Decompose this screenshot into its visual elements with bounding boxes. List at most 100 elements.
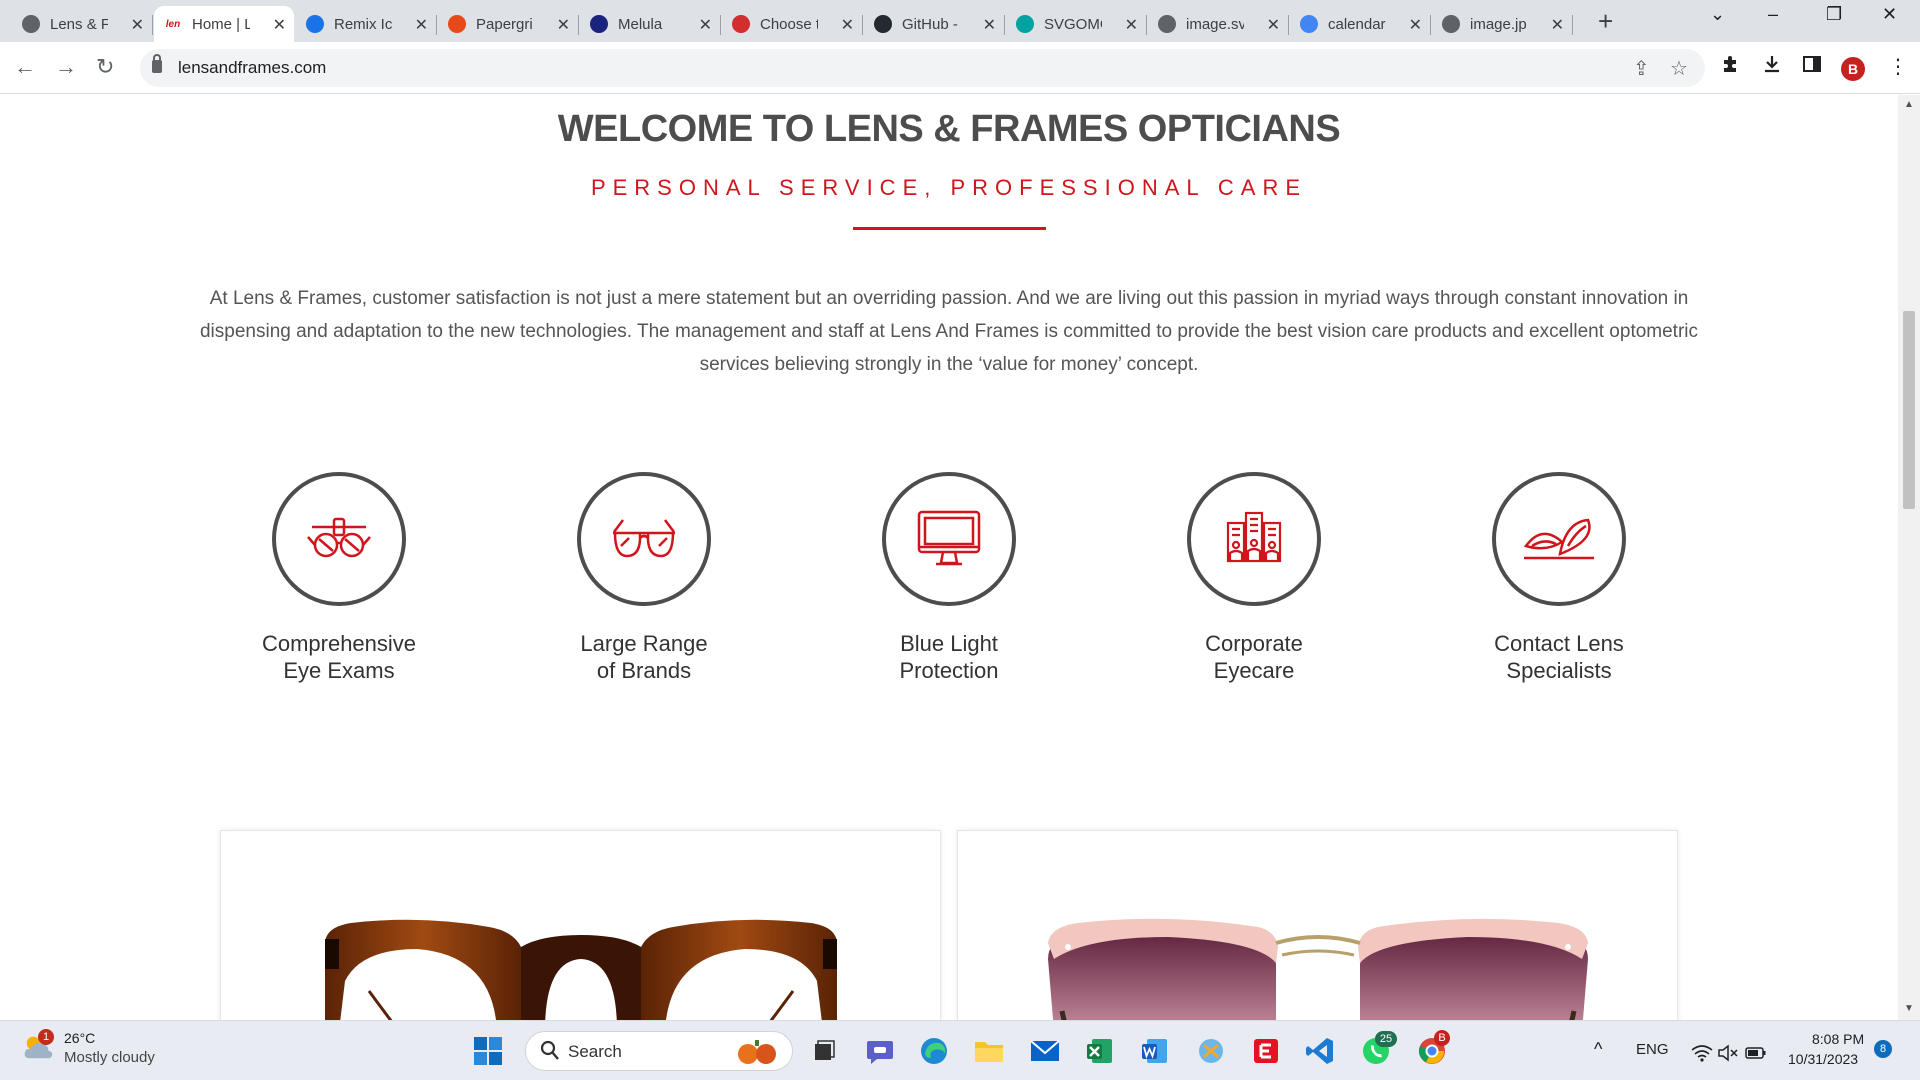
mail-icon[interactable] xyxy=(1029,1035,1061,1067)
browser-tab[interactable]: SVGOMG ✕ xyxy=(1006,6,1147,42)
extensions-puzzle-icon[interactable] xyxy=(1720,54,1740,80)
clock-time[interactable]: 8:08 PM xyxy=(1812,1031,1864,1047)
word-icon[interactable] xyxy=(1139,1035,1171,1067)
tab-close-icon[interactable]: ✕ xyxy=(131,15,144,35)
battery-icon[interactable] xyxy=(1740,1037,1772,1069)
red-e-app-icon[interactable] xyxy=(1250,1035,1282,1067)
address-url[interactable]: lensandframes.com xyxy=(178,58,326,78)
excel-icon[interactable] xyxy=(1084,1035,1116,1067)
tab-close-icon[interactable]: ✕ xyxy=(983,15,996,35)
tab-separator xyxy=(862,15,863,35)
tab-close-icon[interactable]: ✕ xyxy=(273,15,286,35)
windows-start-icon[interactable] xyxy=(472,1035,504,1067)
tab-strip: Lens & F ✕ len Home | L ✕ Remix Ic ✕ Papergri ✕ M… xyxy=(0,0,1920,42)
edge-browser-icon[interactable] xyxy=(918,1035,950,1067)
tab-close-icon[interactable]: ✕ xyxy=(841,15,854,35)
windows-taskbar: 1 26°C Mostly cloudy Search 25 B ^ ENG 8… xyxy=(0,1020,1920,1080)
heading-divider xyxy=(853,227,1046,230)
menu-kebab-icon[interactable]: ⋮ xyxy=(1888,54,1908,79)
feature-eye-exams[interactable]: Comprehensive Eye Exams xyxy=(229,472,449,684)
tab-separator xyxy=(1430,15,1431,35)
clock-date[interactable]: 10/31/2023 xyxy=(1788,1051,1858,1067)
search-icon xyxy=(540,1040,560,1067)
tab-close-icon[interactable]: ✕ xyxy=(1551,15,1564,35)
side-panel-icon[interactable] xyxy=(1802,54,1822,80)
download-icon[interactable] xyxy=(1762,54,1782,80)
tab-separator xyxy=(1146,15,1147,35)
tab-favicon-icon xyxy=(448,15,466,33)
browser-tab[interactable]: image.sv ✕ xyxy=(1148,6,1289,42)
eye-exam-icon xyxy=(307,517,371,558)
feature-icon-circle xyxy=(882,472,1016,606)
browser-tab[interactable]: GitHub - ✕ xyxy=(864,6,1005,42)
teams-chat-icon[interactable] xyxy=(864,1035,896,1067)
bookmark-star-icon[interactable]: ☆ xyxy=(1670,56,1688,81)
file-explorer-icon[interactable] xyxy=(973,1035,1005,1067)
browser-tab[interactable]: calendar ✕ xyxy=(1290,6,1431,42)
minimize-button[interactable]: – xyxy=(1768,4,1778,25)
share-icon[interactable]: ⇪ xyxy=(1633,56,1650,81)
feature-corporate[interactable]: Corporate Eyecare xyxy=(1144,472,1364,684)
tab-search-icon[interactable]: ⌄ xyxy=(1710,4,1725,25)
tab-close-icon[interactable]: ✕ xyxy=(1125,15,1138,35)
feature-contact-lens[interactable]: Contact Lens Specialists xyxy=(1449,472,1669,684)
tortoise-frame-glasses-image xyxy=(325,919,837,1020)
browser-tab[interactable]: Remix Ic ✕ xyxy=(296,6,437,42)
tab-favicon-icon xyxy=(732,15,750,33)
browser-tab[interactable]: image.jp ✕ xyxy=(1432,6,1573,42)
feature-label: Contact Lens Specialists xyxy=(1494,631,1624,683)
tab-title: image.jp xyxy=(1470,15,1527,33)
tray-chevron-up-icon[interactable]: ^ xyxy=(1594,1039,1602,1060)
remote-desktop-icon[interactable] xyxy=(1195,1035,1227,1067)
vscode-icon[interactable] xyxy=(1304,1035,1336,1067)
feature-label: Comprehensive Eye Exams xyxy=(261,631,417,683)
tab-close-icon[interactable]: ✕ xyxy=(1267,15,1280,35)
browser-tab[interactable]: Lens & F ✕ xyxy=(12,6,153,42)
tab-separator xyxy=(1288,15,1289,35)
pink-clubmaster-sunglasses-image xyxy=(1048,918,1588,1020)
new-tab-button[interactable]: + xyxy=(1598,6,1613,36)
tab-favicon-icon xyxy=(1300,15,1318,33)
tab-close-icon[interactable]: ✕ xyxy=(699,15,712,35)
scroll-up-arrow-icon[interactable]: ▲ xyxy=(1904,99,1914,110)
tab-close-icon[interactable]: ✕ xyxy=(557,15,570,35)
close-window-button[interactable]: ✕ xyxy=(1882,4,1897,25)
address-bar[interactable]: lensandframes.com ⇪ ☆ xyxy=(140,49,1705,87)
scrollbar-thumb[interactable] xyxy=(1903,311,1915,509)
tab-separator xyxy=(720,15,721,35)
feature-label: Corporate Eyecare xyxy=(1205,631,1303,683)
tab-close-icon[interactable]: ✕ xyxy=(415,15,428,35)
chrome-profile-badge: B xyxy=(1434,1030,1450,1046)
product-card-glasses[interactable] xyxy=(220,830,941,1020)
browser-tab[interactable]: Melula ✕ xyxy=(580,6,721,42)
feature-blue-light[interactable]: Blue Light Protection xyxy=(839,472,1059,684)
language-indicator[interactable]: ENG xyxy=(1636,1041,1669,1058)
tab-favicon-icon: len xyxy=(164,15,182,33)
taskbar-search-box[interactable]: Search xyxy=(525,1031,793,1071)
tab-close-icon[interactable]: ✕ xyxy=(1409,15,1422,35)
reload-icon[interactable]: ↻ xyxy=(96,54,114,80)
product-card-sunglasses[interactable] xyxy=(957,830,1678,1020)
halloween-pumpkin-icon xyxy=(728,1038,786,1071)
search-label: Search xyxy=(568,1042,622,1061)
back-arrow-icon[interactable]: ← xyxy=(14,54,36,80)
tab-title: Melula xyxy=(618,15,663,33)
browser-tab[interactable]: Choose t ✕ xyxy=(722,6,863,42)
profile-avatar[interactable]: B xyxy=(1841,57,1865,81)
page-heading: WELCOME TO LENS & FRAMES OPTICIANS xyxy=(557,108,1341,150)
browser-tab[interactable]: len Home | L ✕ xyxy=(154,6,294,42)
weather-condition: Mostly cloudy xyxy=(64,1049,155,1066)
task-view-icon[interactable] xyxy=(808,1035,840,1067)
tab-separator xyxy=(1572,15,1573,35)
forward-arrow-icon[interactable]: → xyxy=(55,54,77,80)
tab-favicon-icon xyxy=(874,15,892,33)
tab-title: SVGOMG xyxy=(1044,15,1102,33)
page-tagline: PERSONAL SERVICE, PROFESSIONAL CARE xyxy=(590,175,1308,200)
notification-count-badge[interactable]: 8 xyxy=(1874,1040,1892,1058)
tab-title: GitHub - xyxy=(902,15,958,33)
feature-brands[interactable]: Large Range of Brands xyxy=(534,472,754,684)
scroll-down-arrow-icon[interactable]: ▼ xyxy=(1904,1003,1914,1014)
page-scrollbar[interactable]: ▲ ▼ xyxy=(1898,95,1920,1020)
restore-button[interactable]: ❐ xyxy=(1826,4,1842,25)
browser-tab[interactable]: Papergri ✕ xyxy=(438,6,579,42)
